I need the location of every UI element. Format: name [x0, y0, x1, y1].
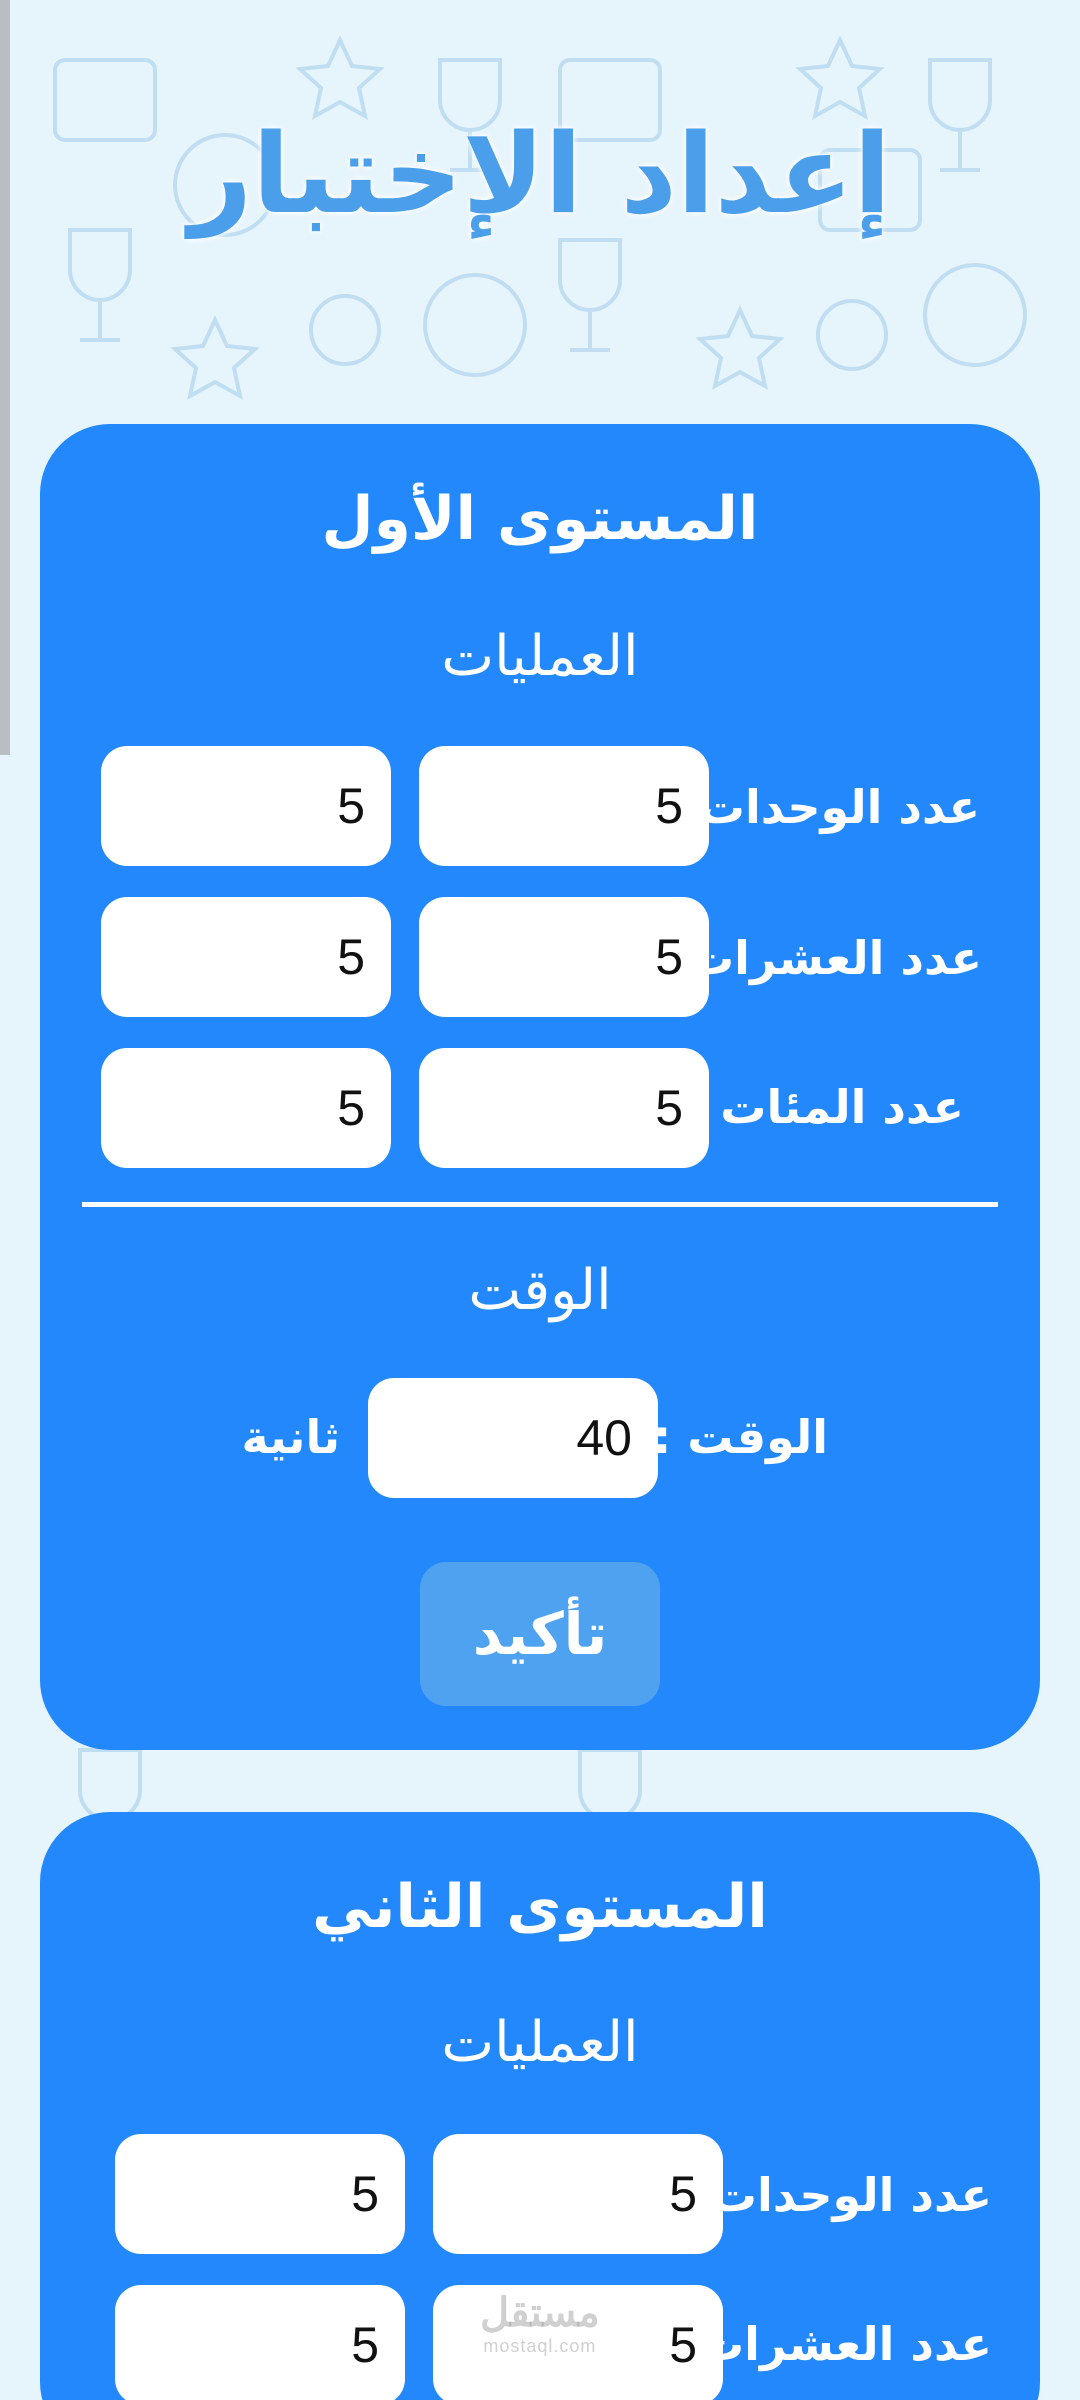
units-count-label: عدد الوحدات — [698, 780, 980, 834]
units-count-input-a[interactable]: 5 — [433, 2134, 723, 2254]
watermark: مستقل mostaql.com — [480, 2290, 600, 2357]
units-count-input-b[interactable]: 5 — [115, 2134, 405, 2254]
watermark-arabic: مستقل — [480, 2291, 600, 2335]
scrollbar[interactable] — [0, 0, 10, 755]
level-title: المستوى الأول — [321, 484, 759, 554]
page-title: إعداد الإختبار — [188, 110, 892, 238]
hundreds-count-label: عدد المئات — [720, 1080, 964, 1134]
tens-count-input-a[interactable]: 5 — [419, 897, 709, 1017]
hundreds-count-input-b[interactable]: 5 — [101, 1048, 391, 1168]
units-count-input-a[interactable]: 5 — [419, 746, 709, 866]
time-unit-label: ثانية — [241, 1410, 341, 1464]
tens-count-label: عدد العشرات — [687, 931, 982, 985]
time-label: الوقت : — [652, 1410, 828, 1464]
watermark-latin: mostaql.com — [483, 2336, 597, 2356]
level-card-1: المستوى الأول العمليات عدد الوحدات 5 5 ع… — [40, 424, 1040, 1750]
operations-title: العمليات — [441, 624, 639, 689]
units-count-input-b[interactable]: 5 — [101, 746, 391, 866]
confirm-button[interactable]: تأكيد — [420, 1562, 660, 1706]
divider — [82, 1202, 998, 1207]
tens-count-input-b[interactable]: 5 — [101, 897, 391, 1017]
hundreds-count-input-a[interactable]: 5 — [419, 1048, 709, 1168]
time-title: الوقت — [468, 1258, 612, 1323]
level-title: المستوى الثاني — [312, 1872, 768, 1942]
tens-count-label: عدد العشرات — [697, 2317, 992, 2371]
time-input[interactable]: 40 — [368, 1378, 658, 1498]
operations-title: العمليات — [441, 2010, 639, 2075]
units-count-label: عدد الوحدات — [710, 2168, 992, 2222]
tens-count-input-b[interactable]: 5 — [115, 2285, 405, 2400]
